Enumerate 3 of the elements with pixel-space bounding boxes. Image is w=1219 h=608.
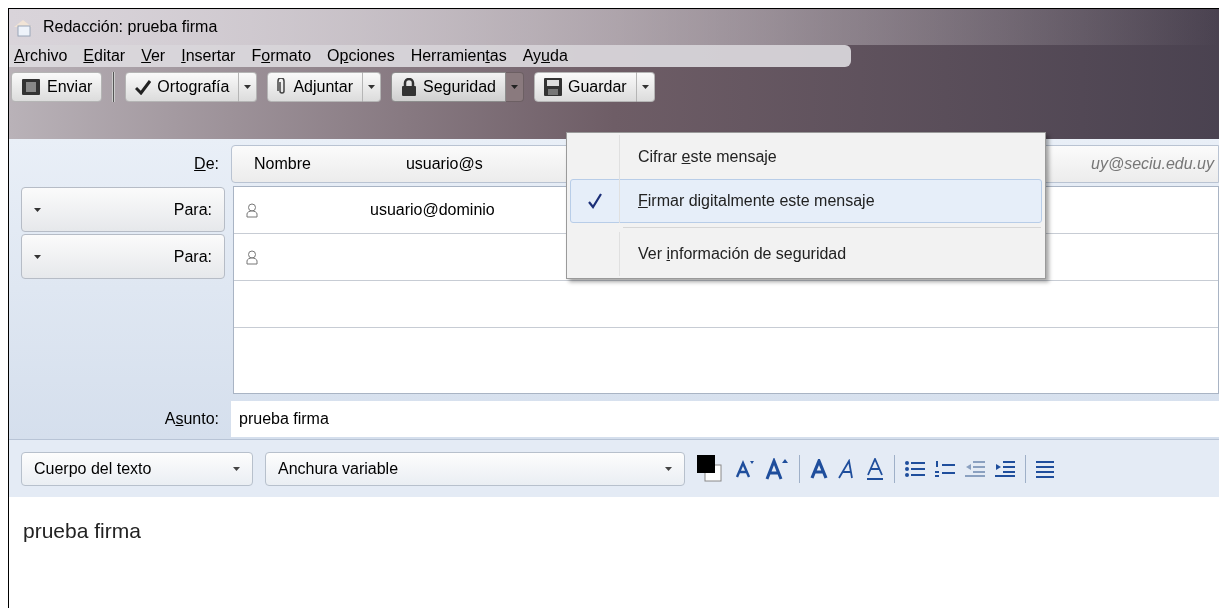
field-label: De: [193,153,220,174]
field-label: Asunto: [163,408,220,429]
window-title: Redacción: prueba firma [43,17,218,37]
